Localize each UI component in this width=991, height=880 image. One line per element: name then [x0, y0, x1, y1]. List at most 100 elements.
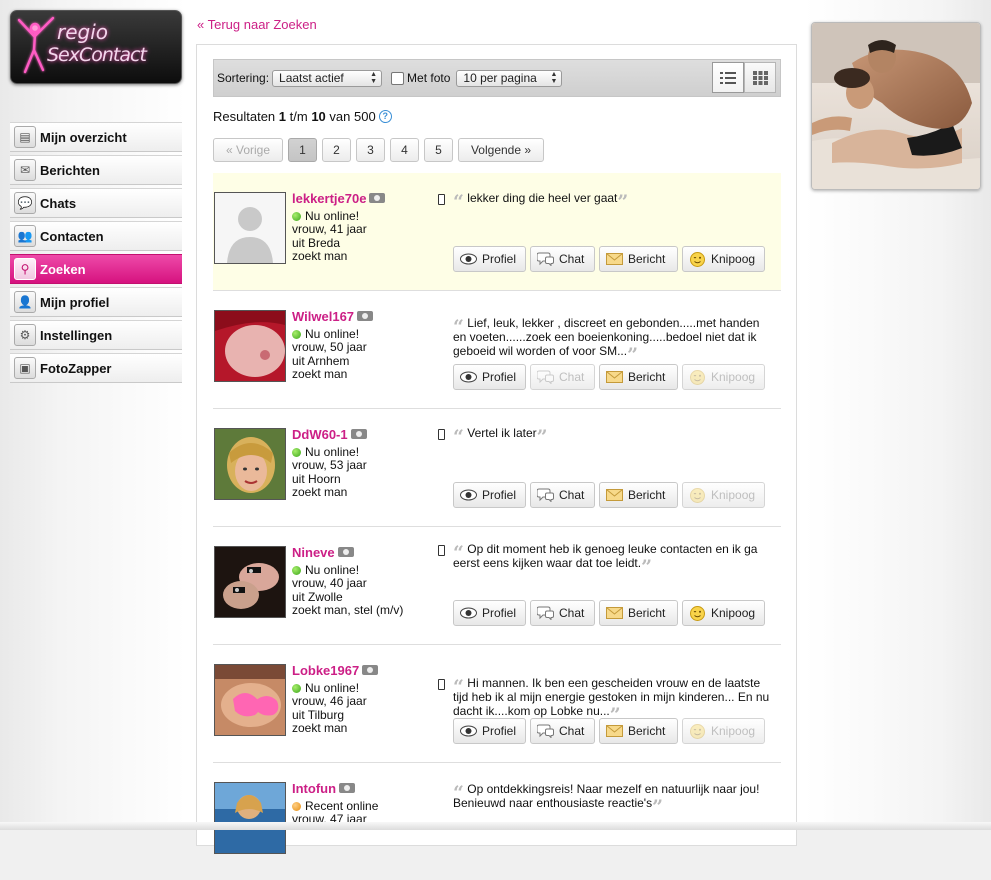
help-icon[interactable]: ? [378, 110, 392, 123]
status-text: Recent online [305, 799, 379, 813]
profile-username-link[interactable]: lekkertje70e [292, 191, 386, 206]
chat-button[interactable]: Chat [530, 600, 595, 626]
page-button-2[interactable]: 2 [322, 138, 351, 162]
profile-quote: “ Lief, leuk, lekker , discreet en gebon… [453, 316, 773, 365]
with-photo-label[interactable]: Met foto [407, 71, 450, 85]
mobile-phone-icon [438, 679, 445, 690]
per-page-select-value: 10 per pagina [463, 71, 537, 85]
action-label: Chat [559, 724, 585, 738]
chat-button[interactable]: Chat [530, 718, 595, 744]
sidebar-item-mijn-profiel[interactable]: 👤 Mijn profiel [10, 287, 182, 317]
profile-details: vrouw, 41 jaar uit Breda zoekt man [292, 222, 367, 264]
view-profile-button[interactable]: Profiel [453, 482, 526, 508]
view-profile-button[interactable]: Profiel [453, 246, 526, 272]
status-dot-icon [292, 565, 301, 575]
back-to-search-link[interactable]: « Terug naar Zoeken [197, 17, 317, 32]
camera-icon [362, 665, 379, 675]
person-card-icon: ▤ [14, 126, 36, 148]
wink-button[interactable]: Knipoog [682, 246, 765, 272]
message-button[interactable]: Bericht [599, 246, 678, 272]
page-button-1[interactable]: 1 [288, 138, 317, 162]
message-button[interactable]: Bericht [599, 364, 678, 390]
per-page-select[interactable]: 10 per pagina ▲ ▼ [456, 69, 563, 87]
envelope-icon [606, 488, 623, 502]
list-view-button[interactable] [712, 62, 744, 93]
profile-details: vrouw, 50 jaar uit Arnhem zoekt man [292, 340, 367, 382]
chat-button[interactable]: Chat [530, 482, 595, 508]
profile-result-item: DdW60-1 Nu online! vrouw, 53 jaar uit Hoorn… [213, 409, 781, 527]
chat-bubbles-icon [537, 606, 554, 620]
promo-photo[interactable] [811, 22, 981, 190]
chat-bubbles-icon [537, 370, 554, 384]
sidebar-item-berichten[interactable]: ✉ Berichten [10, 155, 182, 185]
wink-button[interactable]: Knipoog [682, 364, 765, 390]
online-status: Nu online! [292, 445, 359, 459]
site-logo[interactable]: regio SexContact [10, 10, 182, 84]
sidebar-item-instellingen[interactable]: ⚙ Instellingen [10, 320, 182, 350]
page-button-4[interactable]: 4 [390, 138, 419, 162]
sidebar-item-label: Instellingen [40, 327, 113, 343]
page-button-3[interactable]: 3 [356, 138, 385, 162]
profile-photo[interactable] [214, 546, 286, 618]
sidebar-item-chats[interactable]: 💬 Chats [10, 188, 182, 218]
profile-username-link[interactable]: Nineve [292, 545, 354, 560]
location: uit Zwolle [292, 589, 343, 604]
action-label: Chat [559, 370, 585, 384]
sidebar-item-contacten[interactable]: 👥 Contacten [10, 221, 182, 251]
profile-details: vrouw, 46 jaar uit Tilburg zoekt man [292, 694, 367, 736]
next-page-button[interactable]: Volgende » [458, 138, 544, 162]
page-button-5[interactable]: 5 [424, 138, 453, 162]
camera-icon [339, 783, 356, 793]
status-dot-icon [292, 447, 301, 457]
message-button[interactable]: Bericht [599, 600, 678, 626]
eye-icon [460, 252, 477, 266]
sort-select[interactable]: Laatst actief ▲ ▼ [272, 69, 383, 87]
view-profile-button[interactable]: Profiel [453, 600, 526, 626]
profile-photo[interactable] [214, 782, 286, 854]
action-label: Chat [559, 488, 585, 502]
smiley-icon [689, 487, 706, 503]
sidebar-item-fotozapper[interactable]: ▣ FotoZapper [10, 353, 182, 383]
status-dot-icon [292, 801, 301, 811]
envelope-icon [606, 370, 623, 384]
profile-username-link[interactable]: Wilwel167 [292, 309, 374, 324]
results-from: 1 [278, 109, 287, 124]
location: uit Arnhem [292, 353, 350, 368]
profile-username-link[interactable]: Intofun [292, 781, 356, 796]
quote-text: lekker ding die heel ver gaat [467, 191, 618, 205]
profile-photo[interactable] [214, 192, 286, 264]
status-text: Nu online! [305, 681, 360, 695]
action-label: Bericht [628, 488, 666, 502]
message-button[interactable]: Bericht [599, 482, 678, 508]
grid-view-button[interactable] [744, 62, 776, 93]
wink-button[interactable]: Knipoog [682, 600, 765, 626]
chat-button[interactable]: Chat [530, 246, 595, 272]
message-button[interactable]: Bericht [599, 718, 678, 744]
profile-username-link[interactable]: DdW60-1 [292, 427, 367, 442]
quote-text: Vertel ik later [467, 426, 537, 440]
previous-page-button[interactable]: « Vorige [213, 138, 283, 162]
chat-button[interactable]: Chat [530, 364, 595, 390]
view-profile-button[interactable]: Profiel [453, 364, 526, 390]
status-text: Nu online! [305, 563, 360, 577]
gear-icon: ⚙ [14, 324, 36, 346]
view-profile-button[interactable]: Profiel [453, 718, 526, 744]
sidebar-item-mijn-overzicht[interactable]: ▤ Mijn overzicht [10, 122, 182, 152]
profile-photo[interactable] [214, 428, 286, 500]
action-label: Profiel [482, 488, 517, 502]
with-photo-checkbox[interactable] [391, 71, 405, 85]
status-dot-icon [292, 683, 301, 693]
profile-photo[interactable] [214, 310, 286, 382]
envelope-icon [606, 252, 623, 266]
location: uit Hoorn [292, 471, 341, 486]
quote-text: Lief, leuk, lekker , discreet en gebonde… [453, 316, 760, 358]
sidebar-item-zoeken[interactable]: ⚲ Zoeken [10, 254, 182, 284]
wink-button[interactable]: Knipoog [682, 718, 765, 744]
wink-button[interactable]: Knipoog [682, 482, 765, 508]
action-label: Chat [559, 252, 585, 266]
profile-username-link[interactable]: Lobke1967 [292, 663, 379, 678]
profile-photo[interactable] [214, 664, 286, 736]
action-label: Profiel [482, 606, 517, 620]
list-view-icon [720, 71, 736, 84]
gender-age: vrouw, 50 jaar [292, 340, 367, 354]
